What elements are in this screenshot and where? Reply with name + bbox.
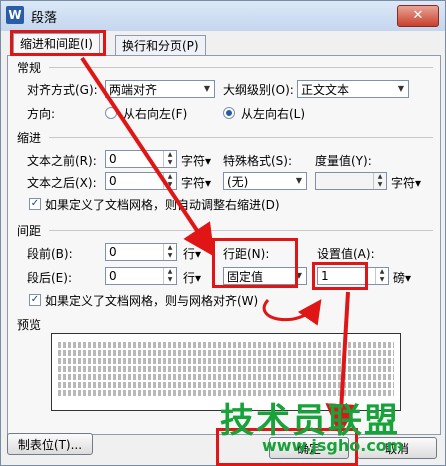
arrow (80, 56, 215, 257)
watermark-url: www.jsgho.com (262, 436, 404, 455)
watermark-text: 技术员联盟 (220, 401, 400, 441)
curved-arrow (262, 298, 322, 326)
